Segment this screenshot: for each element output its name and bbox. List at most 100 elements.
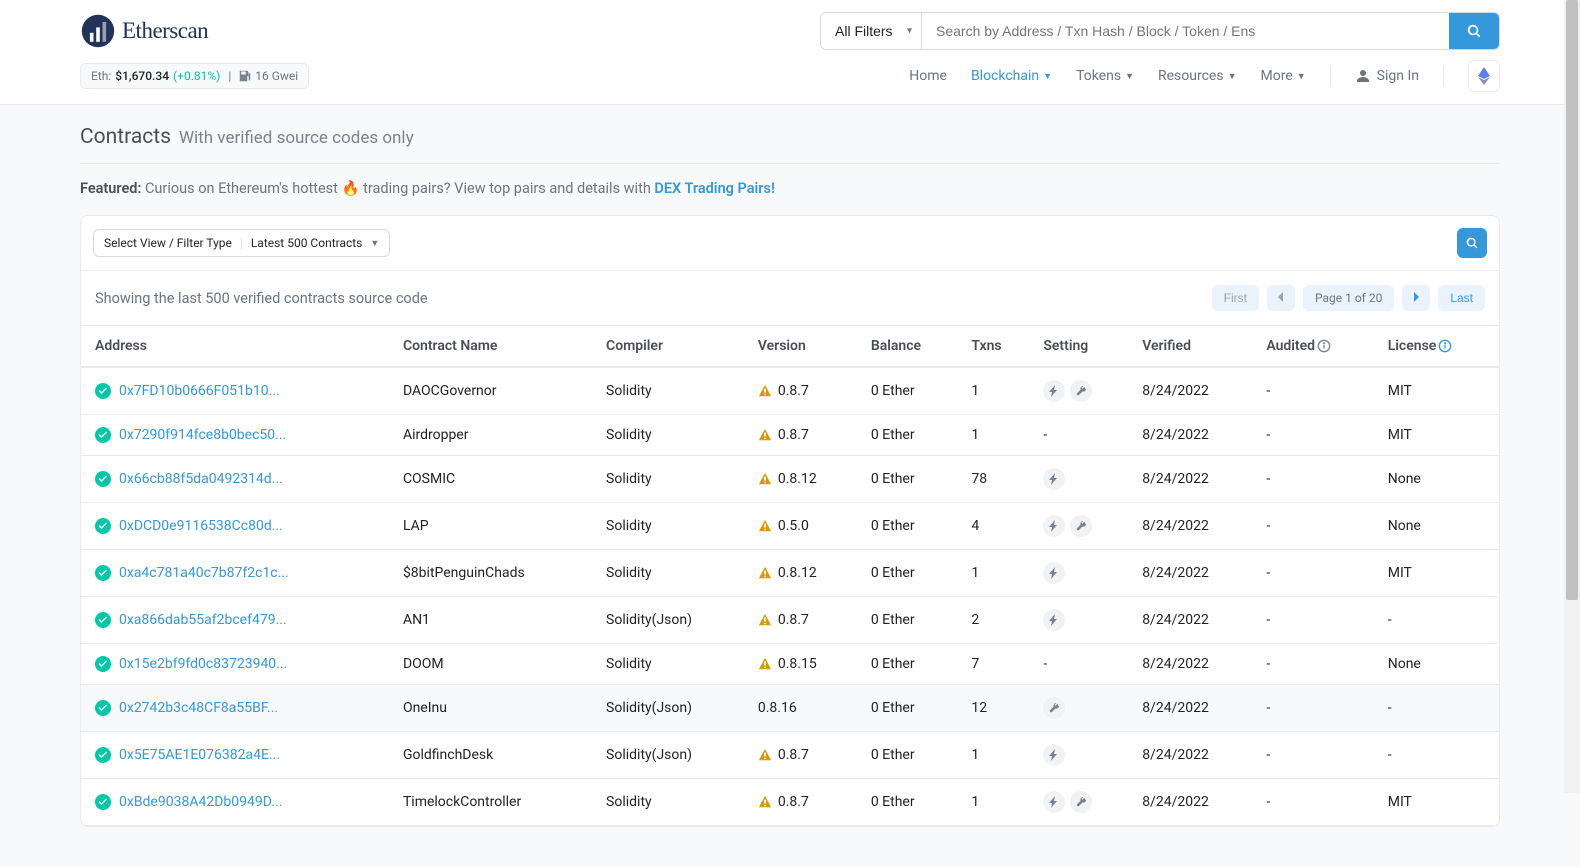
page-header: Contracts With verified source codes onl… — [80, 125, 1500, 164]
header: Etherscan All Filters Eth: $1,670.34 (+0… — [0, 0, 1580, 105]
verified-date: 8/24/2022 — [1132, 597, 1256, 644]
address-link[interactable]: 0x7290f914fce8b0bec50... — [119, 427, 286, 443]
balance: 0 Ether — [861, 456, 962, 503]
license: MIT — [1378, 550, 1499, 597]
col-version: Version — [748, 326, 861, 368]
info-icon — [1438, 339, 1452, 353]
compiler: Solidity — [596, 644, 748, 685]
chevron-right-icon — [1412, 292, 1420, 302]
scrollbar-thumb[interactable] — [1566, 0, 1578, 600]
nav-signin[interactable]: Sign In — [1355, 62, 1419, 90]
warning-icon — [758, 795, 772, 809]
table-search-button[interactable] — [1457, 228, 1487, 258]
table-row: 0xDCD0e9116538Cc80d...LAPSolidity0.5.00 … — [81, 503, 1499, 550]
verified-date: 8/24/2022 — [1132, 415, 1256, 456]
gas-icon — [239, 70, 251, 82]
license: MIT — [1378, 415, 1499, 456]
verified-check-icon — [95, 747, 111, 763]
ethereum-icon — [1478, 67, 1490, 85]
address-link[interactable]: 0x2742b3c48CF8a55BF... — [119, 700, 278, 716]
address-link[interactable]: 0x15e2bf9fd0c83723940... — [119, 656, 287, 672]
col-name: Contract Name — [393, 326, 596, 368]
nav-tokens[interactable]: Tokens▼ — [1076, 62, 1134, 90]
pager-prev[interactable] — [1267, 285, 1295, 311]
verified-check-icon — [95, 565, 111, 581]
chevron-down-icon: ▼ — [370, 238, 379, 249]
warning-icon — [758, 519, 772, 533]
setting: - — [1033, 415, 1132, 456]
audited: - — [1256, 415, 1377, 456]
scrollbar[interactable] — [1564, 0, 1580, 793]
balance: 0 Ether — [861, 503, 962, 550]
address-link[interactable]: 0x7FD10b0666F051b10... — [119, 383, 280, 399]
warning-icon — [758, 472, 772, 486]
status-bar: Eth: $1,670.34 (+0.81%) | 16 Gwei — [80, 63, 309, 89]
txns: 12 — [961, 685, 1033, 732]
address-link[interactable]: 0xa4c781a40c7b87f2c1c... — [119, 565, 289, 581]
txns: 1 — [961, 550, 1033, 597]
compiler: Solidity — [596, 367, 748, 415]
nav-home[interactable]: Home — [909, 62, 947, 90]
txns: 1 — [961, 367, 1033, 415]
txns: 4 — [961, 503, 1033, 550]
setting — [1033, 456, 1132, 503]
pager-next[interactable] — [1402, 285, 1430, 311]
setting — [1033, 367, 1132, 415]
address-link[interactable]: 0x5E75AE1E076382a4E... — [119, 747, 280, 763]
txns: 1 — [961, 779, 1033, 826]
user-icon — [1355, 68, 1371, 84]
pager-last[interactable]: Last — [1438, 285, 1485, 311]
col-txns: Txns — [961, 326, 1033, 368]
version: 0.8.12 — [778, 471, 817, 487]
license: None — [1378, 456, 1499, 503]
contract-name: OneInu — [393, 685, 596, 732]
compiler: Solidity — [596, 456, 748, 503]
table-row: 0x5E75AE1E076382a4E...GoldfinchDeskSolid… — [81, 732, 1499, 779]
pager-first[interactable]: First — [1212, 285, 1259, 311]
search-input[interactable] — [922, 13, 1449, 49]
version: 0.8.16 — [758, 700, 797, 716]
col-setting: Setting — [1033, 326, 1132, 368]
featured-link[interactable]: DEX Trading Pairs! — [654, 180, 774, 197]
setting — [1033, 550, 1132, 597]
contract-name: $8bitPenguinChads — [393, 550, 596, 597]
eth-network-badge[interactable] — [1468, 60, 1500, 92]
bolt-icon — [1043, 791, 1065, 813]
warning-icon — [758, 384, 772, 398]
verified-check-icon — [95, 700, 111, 716]
address-link[interactable]: 0xDCD0e9116538Cc80d... — [119, 518, 283, 534]
eth-change: (+0.81%) — [173, 69, 220, 83]
table-row: 0xa866dab55af2bcef479...AN1Solidity(Json… — [81, 597, 1499, 644]
version: 0.8.7 — [778, 747, 809, 763]
compiler: Solidity — [596, 550, 748, 597]
verified-date: 8/24/2022 — [1132, 550, 1256, 597]
nav-resources[interactable]: Resources▼ — [1158, 62, 1237, 90]
balance: 0 Ether — [861, 732, 962, 779]
compiler: Solidity — [596, 503, 748, 550]
version: 0.5.0 — [778, 518, 809, 534]
logo[interactable]: Etherscan — [80, 13, 208, 49]
verified-check-icon — [95, 794, 111, 810]
verified-check-icon — [95, 612, 111, 628]
view-filter-select[interactable]: Select View / Filter Type | Latest 500 C… — [93, 229, 390, 257]
page-subtitle: With verified source codes only — [179, 128, 414, 148]
txns: 7 — [961, 644, 1033, 685]
address-link[interactable]: 0xBde9038A42Db0949D... — [119, 794, 282, 810]
address-link[interactable]: 0x66cb88f5da0492314d... — [119, 471, 283, 487]
search-button[interactable] — [1449, 13, 1499, 49]
eth-price: $1,670.34 — [115, 69, 169, 83]
main-nav: Home Blockchain▼ Tokens▼ Resources▼ More… — [909, 60, 1500, 92]
nav-blockchain[interactable]: Blockchain▼ — [971, 62, 1052, 90]
balance: 0 Ether — [861, 550, 962, 597]
nav-more[interactable]: More▼ — [1261, 62, 1306, 90]
search-filter-select[interactable]: All Filters — [821, 13, 922, 49]
address-link[interactable]: 0xa866dab55af2bcef479... — [119, 612, 287, 628]
txns: 1 — [961, 732, 1033, 779]
table-row: 0x2742b3c48CF8a55BF... OneInuSolidity(Jso… — [81, 685, 1499, 732]
compiler: Solidity(Json) — [596, 685, 748, 732]
contract-name: GoldfinchDesk — [393, 732, 596, 779]
balance: 0 Ether — [861, 367, 962, 415]
pager-info: Page 1 of 20 — [1303, 285, 1394, 311]
chevron-down-icon: ▼ — [1125, 71, 1134, 82]
wrench-icon — [1070, 380, 1092, 402]
